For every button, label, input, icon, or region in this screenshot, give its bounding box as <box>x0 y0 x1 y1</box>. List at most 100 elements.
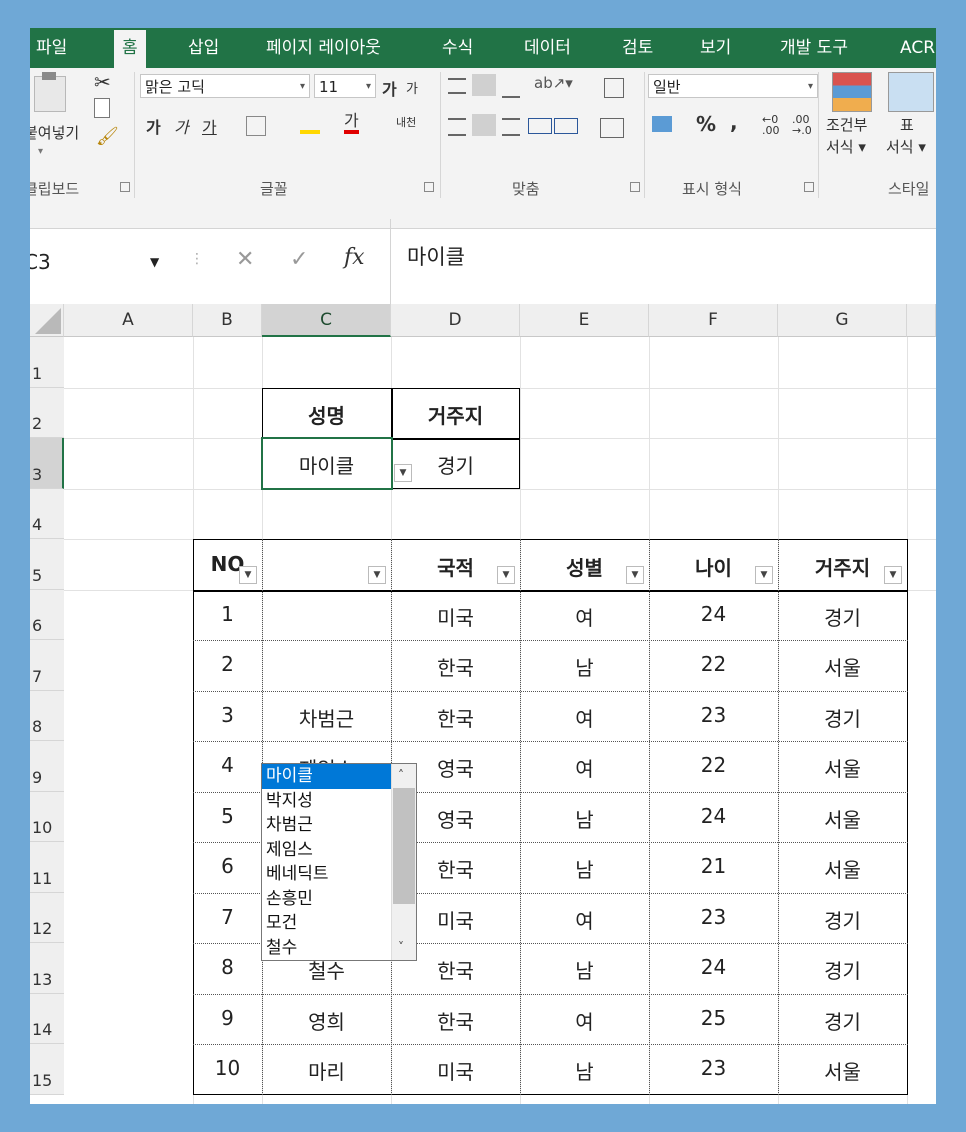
percent-button[interactable]: % <box>696 112 716 136</box>
font-launcher-icon[interactable] <box>424 182 434 192</box>
dropdown-item[interactable]: 제임스 <box>262 838 394 863</box>
table-cell-address[interactable]: 경기 <box>778 703 907 732</box>
row-header[interactable]: 2 <box>30 388 64 438</box>
paste-chevron-icon[interactable]: ▾ <box>38 146 43 157</box>
table-cell-address[interactable]: 경기 <box>778 1006 907 1035</box>
table-cell-address[interactable]: 서울 <box>778 1056 907 1085</box>
column-header-b[interactable]: B <box>193 304 262 337</box>
number-format-combo[interactable]: 일반 ▾ <box>648 74 818 98</box>
table-cell-no[interactable]: 8 <box>193 955 262 979</box>
tab-file[interactable]: 파일 <box>36 28 67 68</box>
tab-view[interactable]: 보기 <box>700 28 731 68</box>
table-cell-no[interactable]: 6 <box>193 854 262 878</box>
column-header-h[interactable] <box>907 304 936 337</box>
formula-input[interactable]: 마이클 <box>390 219 936 315</box>
table-cell-name[interactable]: 차범근 <box>262 703 391 732</box>
row-header[interactable]: 9 <box>30 741 64 792</box>
row-header[interactable]: 1 <box>30 337 64 388</box>
cancel-icon[interactable]: ✕ <box>236 247 254 272</box>
table-cell-no[interactable]: 1 <box>193 602 262 626</box>
column-header-d[interactable]: D <box>391 304 520 337</box>
row-header[interactable]: 7 <box>30 640 64 691</box>
name-box[interactable]: C3 ▼ <box>30 243 170 281</box>
table-cell-age[interactable]: 23 <box>649 905 778 929</box>
table-cell-address[interactable]: 서울 <box>778 753 907 782</box>
phonetic-button[interactable]: 내천 <box>396 114 416 130</box>
tab-developer[interactable]: 개발 도구 <box>780 28 848 68</box>
table-cell-age[interactable]: 24 <box>649 955 778 979</box>
table-cell-nationality[interactable]: 한국 <box>391 652 520 681</box>
insert-function-button[interactable]: fx <box>344 245 365 270</box>
table-cell-nationality[interactable]: 한국 <box>391 703 520 732</box>
table-cell-address[interactable]: 서울 <box>778 854 907 883</box>
filter-button-age[interactable]: ▼ <box>755 566 773 584</box>
align-launcher-icon[interactable] <box>630 182 640 192</box>
tab-data[interactable]: 데이터 <box>524 28 571 68</box>
align-center-icon[interactable] <box>472 114 496 136</box>
dropdown-item[interactable]: 모건 <box>262 911 394 936</box>
scroll-up-icon[interactable]: ˄ <box>398 768 404 782</box>
table-cell-gender[interactable]: 여 <box>520 703 649 732</box>
conditional-format-label-2[interactable]: 서식 ▾ <box>826 136 866 157</box>
comma-button[interactable]: , <box>730 110 738 134</box>
table-cell-age[interactable]: 22 <box>649 753 778 777</box>
table-cell-age[interactable]: 25 <box>649 1006 778 1030</box>
validation-dropdown-button[interactable]: ▼ <box>394 464 412 482</box>
column-header-c[interactable]: C <box>262 304 391 337</box>
row-header[interactable]: 13 <box>30 943 64 994</box>
table-cell-gender[interactable]: 여 <box>520 1006 649 1035</box>
table-cell-address[interactable]: 경기 <box>778 955 907 984</box>
font-size-combo[interactable]: 11 ▾ <box>314 74 376 98</box>
table-cell-nationality[interactable]: 미국 <box>391 602 520 631</box>
row-header[interactable]: 3 <box>30 438 64 489</box>
table-cell-gender[interactable]: 남 <box>520 1056 649 1085</box>
table-cell-no[interactable]: 10 <box>193 1056 262 1080</box>
row-header[interactable]: 6 <box>30 590 64 640</box>
table-cell-no[interactable]: 4 <box>193 753 262 777</box>
table-cell-address[interactable]: 경기 <box>778 602 907 631</box>
row-header[interactable]: 4 <box>30 489 64 539</box>
border-icon[interactable] <box>246 116 266 136</box>
row-header[interactable]: 10 <box>30 792 64 842</box>
table-cell-no[interactable]: 9 <box>193 1006 262 1030</box>
table-cell-name[interactable]: 마리 <box>262 1056 391 1085</box>
dropdown-item[interactable]: 마이클 <box>262 764 394 789</box>
table-cell-age[interactable]: 24 <box>649 804 778 828</box>
table-cell-nationality[interactable]: 미국 <box>391 1056 520 1085</box>
row-header[interactable]: 8 <box>30 691 64 741</box>
tab-formulas[interactable]: 수식 <box>442 28 473 68</box>
chevron-down-icon[interactable]: ▼ <box>150 243 159 281</box>
table-cell-age[interactable]: 22 <box>649 652 778 676</box>
format-as-table-icon[interactable] <box>888 72 934 112</box>
table-cell-no[interactable]: 5 <box>193 804 262 828</box>
table-cell-age[interactable]: 24 <box>649 602 778 626</box>
format-painter-icon[interactable]: 🖌 <box>96 126 119 147</box>
validation-dropdown-list[interactable]: 마이클 박지성 차범근 제임스 베네딕트 손흥민 모건 철수 ˄ ˅ <box>261 763 417 961</box>
copy-icon[interactable] <box>94 98 110 118</box>
tab-page-layout[interactable]: 페이지 레이아웃 <box>266 28 381 68</box>
table-cell-no[interactable]: 7 <box>193 905 262 929</box>
table-cell-gender[interactable]: 남 <box>520 955 649 984</box>
dropdown-scrollbar[interactable]: ˄ ˅ <box>391 764 416 960</box>
conditional-format-icon[interactable] <box>832 72 872 112</box>
table-cell-gender[interactable]: 여 <box>520 602 649 631</box>
font-name-combo[interactable]: 맑은 고딕 ▾ <box>140 74 310 98</box>
lookup-name-value[interactable]: 마이클 <box>262 450 391 479</box>
filter-button-name[interactable]: ▼ <box>368 566 386 584</box>
bold-button[interactable]: 가 <box>146 114 161 138</box>
column-header-a[interactable]: A <box>64 304 193 337</box>
filter-button-nationality[interactable]: ▼ <box>497 566 515 584</box>
column-header-f[interactable]: F <box>649 304 778 337</box>
tab-acrobat[interactable]: ACR <box>900 28 935 68</box>
column-header-e[interactable]: E <box>520 304 649 337</box>
tab-insert[interactable]: 삽입 <box>188 28 219 68</box>
align-right-icon[interactable] <box>502 118 520 136</box>
row-header[interactable]: 15 <box>30 1044 64 1095</box>
merge-center-icon[interactable] <box>600 118 624 138</box>
scroll-down-icon[interactable]: ˅ <box>398 940 404 954</box>
align-top-icon[interactable] <box>448 78 466 94</box>
paste-icon[interactable] <box>34 76 66 112</box>
table-cell-address[interactable]: 경기 <box>778 905 907 934</box>
dropdown-item[interactable]: 베네딕트 <box>262 862 394 887</box>
format-as-table-label-1[interactable]: 표 <box>900 114 914 135</box>
